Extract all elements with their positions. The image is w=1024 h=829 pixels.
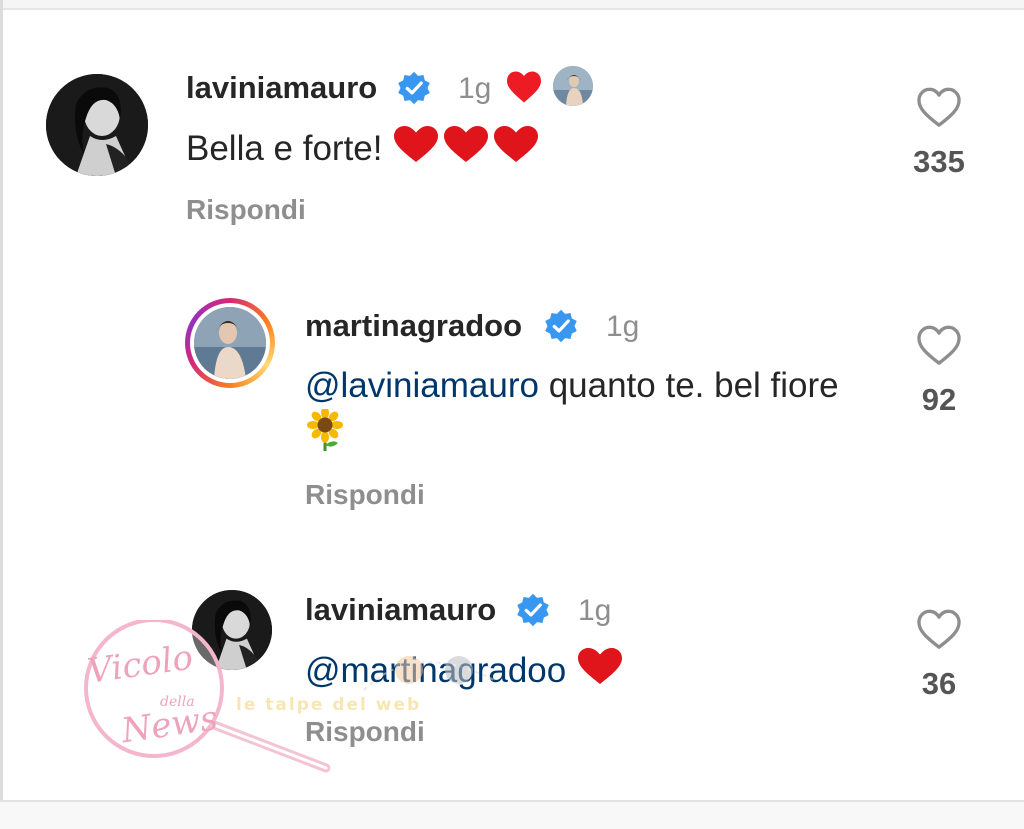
bottom-divider [0,800,1024,829]
comment-text: @martinagradoo [305,646,624,698]
reply-button[interactable]: Rispondi [305,716,425,748]
verified-badge-icon [517,593,549,627]
like-count: 36 [921,666,957,701]
comment-time: 1g [578,594,612,627]
heart-outline-icon[interactable] [916,608,962,650]
mention-link[interactable]: @martinagradoo [305,651,566,690]
comment-laviniamauro-reply: laviniamauro 1g @martinagradoo Rispondi … [0,0,1024,780]
comment-username[interactable]: laviniamauro [305,592,496,628]
red-heart-icon [576,646,624,698]
avatar[interactable] [192,590,272,670]
